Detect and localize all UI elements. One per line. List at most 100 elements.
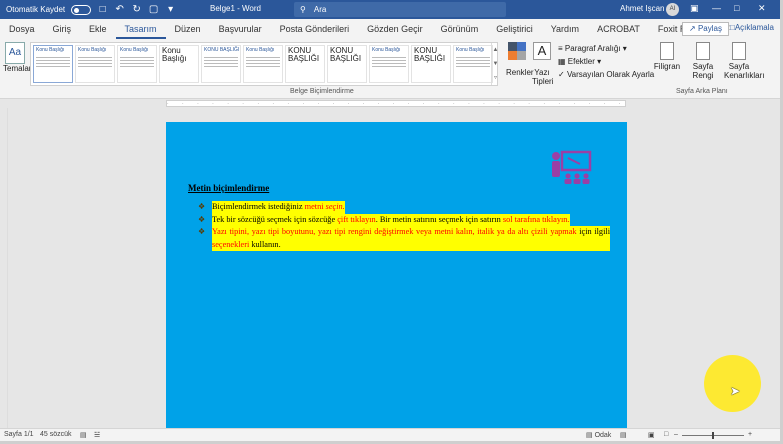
style-set-preview: [372, 55, 406, 69]
style-set-item[interactable]: Konu Başlığı: [369, 45, 409, 83]
list-item[interactable]: ❖ Biçimlendirmek istediğiniz metni seçin…: [198, 201, 610, 214]
tab-gorunum[interactable]: Görünüm: [432, 19, 488, 39]
watermark-icon: [660, 42, 674, 60]
print-layout-icon[interactable]: ▣: [648, 431, 655, 439]
style-set-item[interactable]: KONU BAŞLIĞI: [327, 45, 367, 83]
autosave-toggle[interactable]: [71, 4, 92, 15]
group-label-document-formatting: Belge Biçimlendirme: [290, 88, 354, 95]
ruler-scale: · · · · · · · · · · · · · · · · · · · · …: [166, 100, 626, 107]
style-set-item[interactable]: Konu Başlığı: [117, 45, 157, 83]
maximize-icon[interactable]: □: [734, 3, 739, 13]
minimize-icon[interactable]: —: [712, 3, 721, 13]
ribbon-display-icon[interactable]: ▣: [690, 3, 699, 14]
bullet-list[interactable]: ❖ Biçimlendirmek istediğiniz metni seçin…: [198, 201, 610, 251]
share-button[interactable]: ↗ Paylaş: [682, 22, 729, 36]
style-set-item[interactable]: KONU BAŞLIĞI: [411, 45, 451, 83]
style-set-item[interactable]: KONU BAŞLIĞI: [201, 45, 241, 83]
style-set-title: Konu Başlığı: [456, 47, 485, 53]
zoom-in-icon[interactable]: +: [748, 431, 752, 438]
list-item[interactable]: ❖ Tek bir sözcüğü seçmek için sözcüğe çi…: [198, 213, 610, 226]
search-box[interactable]: ⚲ Ara: [294, 2, 506, 17]
fonts-button[interactable]: A Yazı Tipleri: [532, 42, 553, 86]
redo-icon[interactable]: ↻: [131, 4, 142, 15]
accessibility-icon[interactable]: ☱: [94, 431, 100, 439]
bullet-icon: ❖: [198, 202, 206, 211]
document-page[interactable]: Metin biçimlendirme ❖ Biçimlendirmek ist…: [166, 122, 627, 428]
style-set-preview: [456, 55, 490, 69]
save-icon[interactable]: □: [97, 4, 108, 15]
colors-button[interactable]: Renkler: [506, 42, 534, 77]
set-as-default-button[interactable]: ✓ Varsayılan Olarak Ayarla: [558, 68, 654, 81]
undo-icon[interactable]: ↶: [114, 4, 125, 15]
customize-toolbar-icon[interactable]: ▾: [165, 4, 176, 15]
horizontal-ruler[interactable]: · · · · · · · · · · · · · · · · · · · · …: [0, 99, 780, 108]
tab-yardim[interactable]: Yardım: [542, 19, 588, 39]
comments-button[interactable]: □Açıklamala: [726, 22, 778, 36]
watermark-button[interactable]: Filigran: [652, 42, 682, 80]
page-color-button[interactable]: Sayfa Rengi: [688, 42, 718, 80]
read-mode-icon[interactable]: ▤: [620, 431, 627, 439]
focus-mode-button[interactable]: ▤ Odak: [586, 431, 611, 439]
effects-icon: ▦: [558, 57, 566, 66]
tab-acrobat[interactable]: ACROBAT: [588, 19, 649, 39]
paragraph-spacing-label: Paragraf Aralığı: [564, 44, 621, 53]
style-set-item[interactable]: Konu Başlığı: [33, 45, 73, 83]
gallery-scroll[interactable]: ▲ ▼ ▿: [491, 43, 499, 85]
style-set-item[interactable]: Konu Başlığı: [453, 45, 493, 83]
effects-button[interactable]: ▦ Efektler ▾: [558, 55, 654, 68]
tab-ekle[interactable]: Ekle: [80, 19, 116, 39]
text-run: Biçimlendirmek istediğiniz: [212, 202, 305, 211]
avatar[interactable]: AI: [666, 3, 679, 16]
style-set-title: KONU BAŞLIĞI: [288, 46, 320, 63]
style-set-item[interactable]: Konu Başlığı: [243, 45, 283, 83]
tab-gelistirici[interactable]: Geliştirici: [487, 19, 542, 39]
bullet-icon: ❖: [198, 214, 206, 224]
text-run: . Bir metin satırını seçmek için satırın: [375, 214, 503, 224]
tab-dosya[interactable]: Dosya: [0, 19, 44, 39]
document-heading[interactable]: Metin biçimlendirme: [188, 183, 269, 193]
page-borders-button[interactable]: Sayfa Kenarlıkları: [724, 42, 764, 80]
share-label: Paylaş: [697, 24, 722, 33]
tab-gozden-gecir[interactable]: Gözden Geçir: [358, 19, 432, 39]
colors-label: Renkler: [506, 68, 534, 77]
page-borders-icon: [732, 42, 746, 60]
presentation-icon: [552, 150, 592, 184]
page-count[interactable]: Sayfa 1/1: [4, 431, 34, 438]
bullet-icon: ❖: [198, 227, 206, 236]
autosave-label: Otomatik Kaydet: [6, 5, 66, 14]
tab-duzen[interactable]: Düzen: [166, 19, 210, 39]
text-run: metni: [304, 202, 326, 211]
word-count[interactable]: 45 sözcük: [40, 431, 72, 438]
paragraph-spacing-button[interactable]: ≡ Paragraf Aralığı ▾: [558, 42, 654, 55]
proofing-icon[interactable]: ▤: [80, 431, 87, 439]
vertical-ruler[interactable]: [0, 108, 8, 428]
checkmark-icon: ✓: [558, 70, 565, 79]
themes-button[interactable]: Aa Temalar: [3, 42, 31, 73]
style-set-title: KONU BAŞLIĞI: [204, 47, 240, 53]
style-set-item[interactable]: Konu Başlığı: [75, 45, 115, 83]
style-set-preview: [204, 55, 238, 69]
close-icon[interactable]: ✕: [758, 3, 766, 14]
user-name[interactable]: Ahmet Işcan: [620, 4, 664, 13]
tab-basvurular[interactable]: Başvurular: [210, 19, 271, 39]
web-layout-icon[interactable]: □: [664, 431, 668, 438]
tab-giris[interactable]: Giriş: [44, 19, 81, 39]
style-set-item[interactable]: Konu Başlığı: [159, 45, 199, 83]
effects-label: Efektler: [567, 57, 595, 66]
zoom-out-icon[interactable]: –: [674, 431, 678, 438]
text-run: için ilgili: [576, 227, 610, 236]
zoom-slider-thumb[interactable]: [712, 432, 714, 439]
tab-posta-gonderileri[interactable]: Posta Gönderileri: [271, 19, 359, 39]
page-background-group: Filigran Sayfa Rengi Sayfa Kenarlıkları: [652, 42, 764, 80]
style-set-title: Konu Başlığı: [120, 47, 149, 53]
text-run: çift tıklayın: [337, 214, 376, 224]
tab-tasarim[interactable]: Tasarım: [115, 19, 166, 39]
new-document-icon[interactable]: ▢: [148, 4, 159, 15]
style-set-item[interactable]: KONU BAŞLIĞI: [285, 45, 325, 83]
text-run: kullanın.: [249, 239, 281, 249]
share-icon: ↗: [689, 24, 696, 33]
search-icon: ⚲: [300, 5, 306, 14]
menu-bar: Dosya Giriş Ekle Tasarım Düzen Başvurula…: [0, 19, 780, 39]
style-set-title: Konu Başlığı: [372, 47, 401, 53]
list-item[interactable]: ❖ Yazı tipini, yazı tipi boyutunu, yazı …: [198, 226, 610, 251]
